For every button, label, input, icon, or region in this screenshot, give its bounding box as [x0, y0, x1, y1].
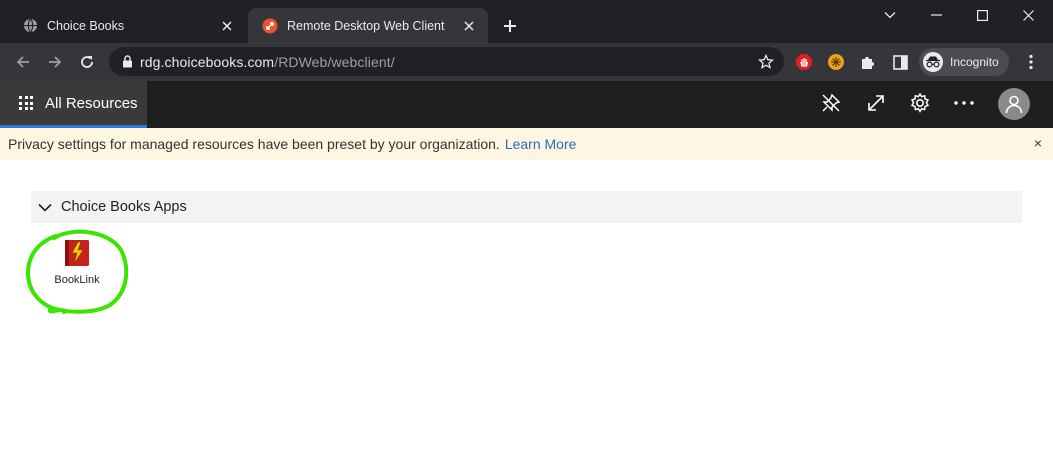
app-tile-booklink[interactable]: BookLink [38, 233, 116, 301]
all-resources-tab[interactable]: All Resources [0, 81, 147, 128]
privacy-banner: Privacy settings for managed resources h… [0, 128, 1053, 160]
close-tab-icon[interactable] [218, 17, 236, 35]
extensions-puzzle-icon[interactable] [858, 52, 878, 72]
close-window-button[interactable] [1005, 0, 1051, 30]
banner-message: Privacy settings for managed resources h… [8, 136, 500, 152]
section-header-choice-books-apps[interactable]: Choice Books Apps [31, 191, 1022, 223]
settings-gear-icon[interactable] [907, 90, 933, 116]
browser-menu-icon[interactable] [1021, 52, 1041, 72]
close-tab-icon[interactable] [460, 17, 478, 35]
tab-remote-desktop[interactable]: Remote Desktop Web Client [248, 8, 488, 43]
app-label: BookLink [54, 274, 100, 286]
incognito-profile-button[interactable]: Incognito [919, 48, 1009, 76]
url-host: rdg.choicebooks.com [140, 53, 275, 70]
section-title: Choice Books Apps [61, 199, 187, 215]
more-options-icon[interactable] [951, 90, 977, 116]
browser-tab-strip: Choice Books Remote Desktop Web Client [0, 0, 1053, 43]
minimize-button[interactable] [913, 0, 959, 30]
tab-title: Remote Desktop Web Client [287, 18, 445, 33]
incognito-label: Incognito [950, 55, 999, 69]
tab-title: Choice Books [47, 18, 125, 33]
side-panel-icon[interactable] [890, 52, 910, 72]
fullscreen-icon[interactable] [863, 90, 889, 116]
url-path: /RDWeb/webclient/ [274, 53, 395, 70]
learn-more-link[interactable]: Learn More [505, 136, 577, 152]
banner-close-icon[interactable]: × [1032, 135, 1044, 151]
user-avatar[interactable] [998, 88, 1030, 120]
maximize-button[interactable] [959, 0, 1005, 30]
booklink-app-icon [65, 240, 89, 266]
adblock-extension-icon[interactable] [794, 52, 814, 72]
rd-client-header: All Resources [0, 81, 1053, 128]
incognito-icon [923, 52, 943, 72]
bookmark-star-icon[interactable] [757, 53, 774, 70]
app-grid-icon [19, 96, 33, 110]
unpin-icon[interactable] [818, 90, 844, 116]
reload-button[interactable] [73, 48, 101, 76]
lock-icon[interactable] [119, 54, 135, 70]
browser-toolbar: rdg.choicebooks.com/RDWeb/webclient/ Inc… [0, 43, 1053, 81]
tab-search-icon[interactable] [867, 0, 913, 30]
honey-extension-icon[interactable] [826, 52, 846, 72]
forward-button[interactable] [41, 48, 69, 76]
remote-desktop-icon [262, 18, 278, 34]
globe-icon [22, 18, 38, 34]
all-resources-label: All Resources [45, 94, 138, 112]
tab-choice-books[interactable]: Choice Books [8, 8, 246, 43]
new-tab-button[interactable] [498, 14, 522, 38]
back-button[interactable] [9, 48, 37, 76]
chevron-down-icon[interactable] [37, 199, 53, 215]
address-bar[interactable]: rdg.choicebooks.com/RDWeb/webclient/ [109, 47, 784, 76]
url-text: rdg.choicebooks.com/RDWeb/webclient/ [140, 54, 395, 70]
